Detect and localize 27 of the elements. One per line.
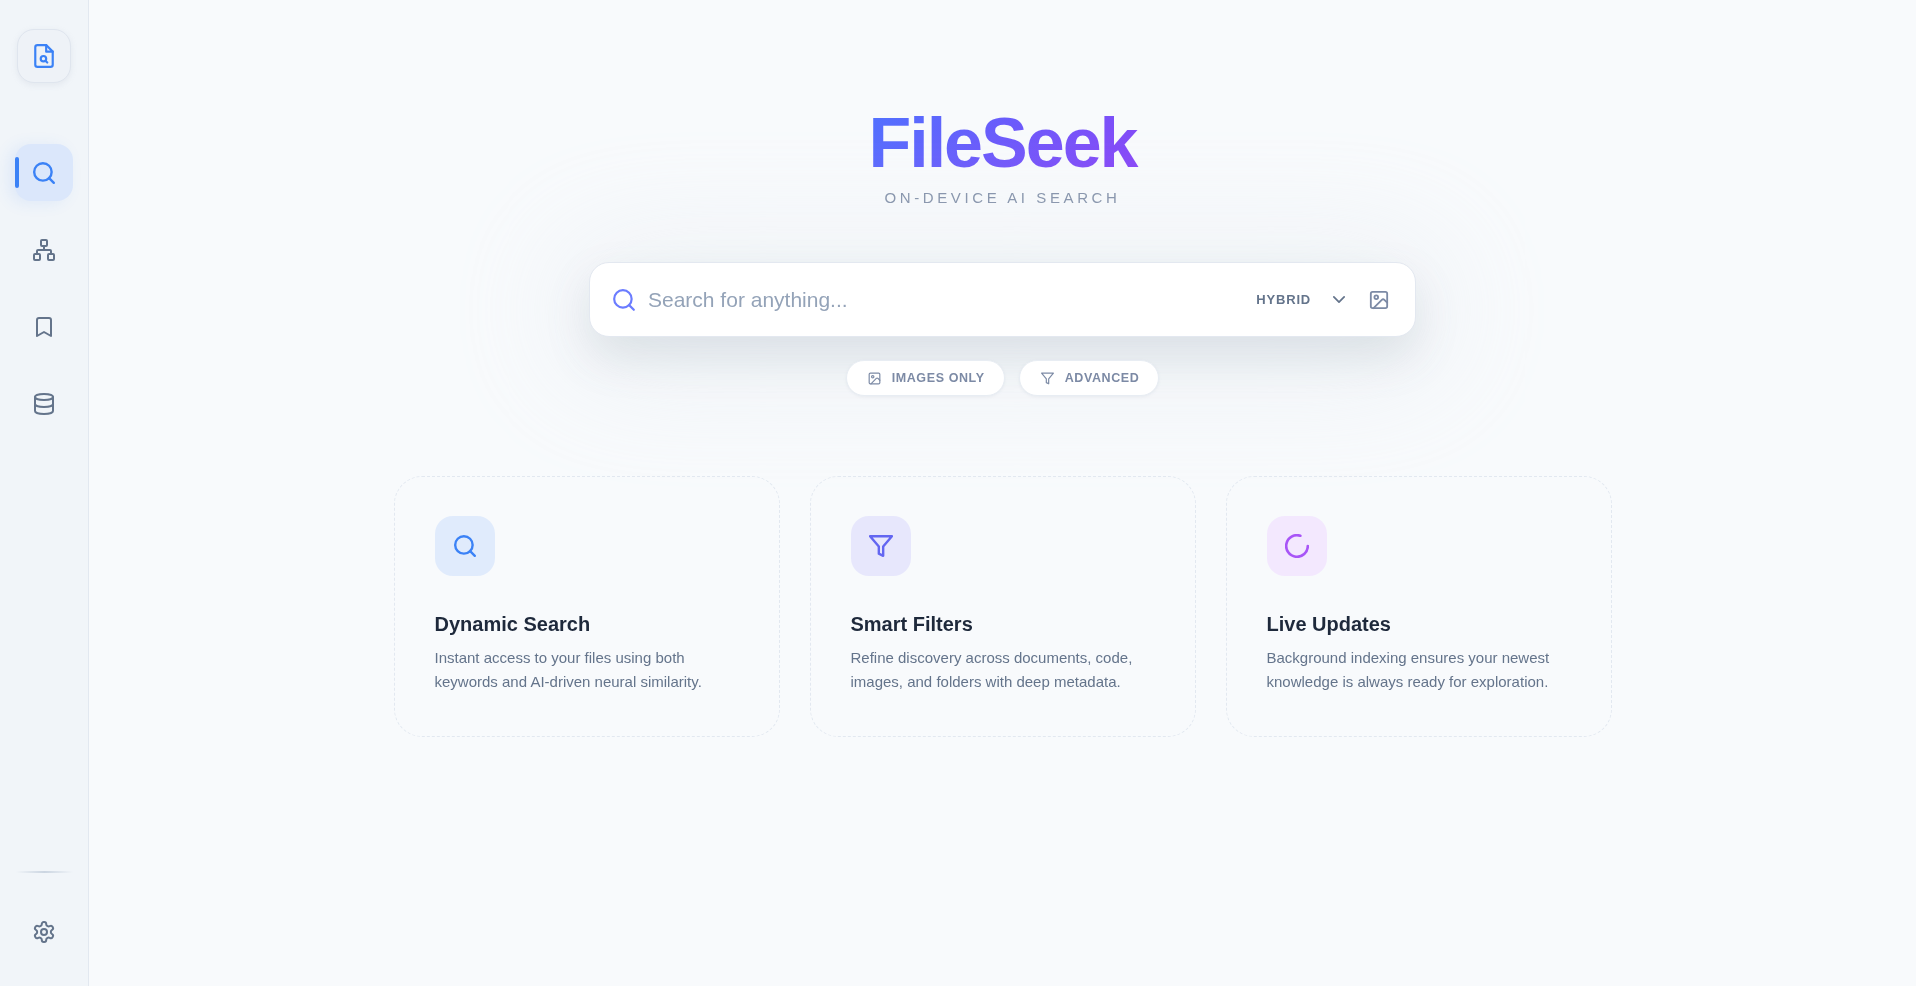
database-icon	[33, 392, 55, 415]
document-search-icon	[17, 29, 71, 83]
search-icon	[434, 516, 495, 576]
card-title: Dynamic Search	[434, 612, 592, 637]
image-icon	[867, 371, 881, 385]
mode-dropdown[interactable]: HYBRID	[1252, 286, 1349, 313]
card-title: Live Updates	[1266, 612, 1392, 637]
card-description: Refine discovery across documents, code, images, and folders with deep metadata.	[850, 648, 1134, 692]
card-title: Smart Filters	[850, 612, 974, 637]
spinner-icon	[1266, 516, 1327, 576]
search-input[interactable]: Search for anything...	[648, 281, 1253, 318]
search-field[interactable]: Search for anything... HYBRID	[589, 262, 1416, 337]
card-description: Instant access to your files using both keywords and AI-driven neural similarity.	[434, 648, 703, 692]
funnel-icon	[850, 516, 911, 576]
hierarchy-icon	[33, 238, 55, 261]
card-description: Background indexing ensures your newest knowledge is always ready for exploration.	[1266, 648, 1551, 692]
sidebar-nav-button[interactable]	[15, 144, 73, 201]
filter-chip[interactable]: IMAGES ONLY	[845, 360, 1005, 396]
search-icon	[612, 287, 636, 312]
funnel-icon	[1040, 371, 1054, 385]
bookmark-icon	[33, 315, 55, 338]
filter-chip[interactable]: ADVANCED	[1018, 360, 1160, 396]
app-subtitle: ON-DEVICE AI SEARCH	[884, 189, 1121, 206]
settings-icon[interactable]	[33, 921, 55, 943]
image-icon[interactable]	[1369, 289, 1389, 310]
search-icon	[32, 160, 56, 185]
chevron-down-icon	[1333, 296, 1345, 303]
